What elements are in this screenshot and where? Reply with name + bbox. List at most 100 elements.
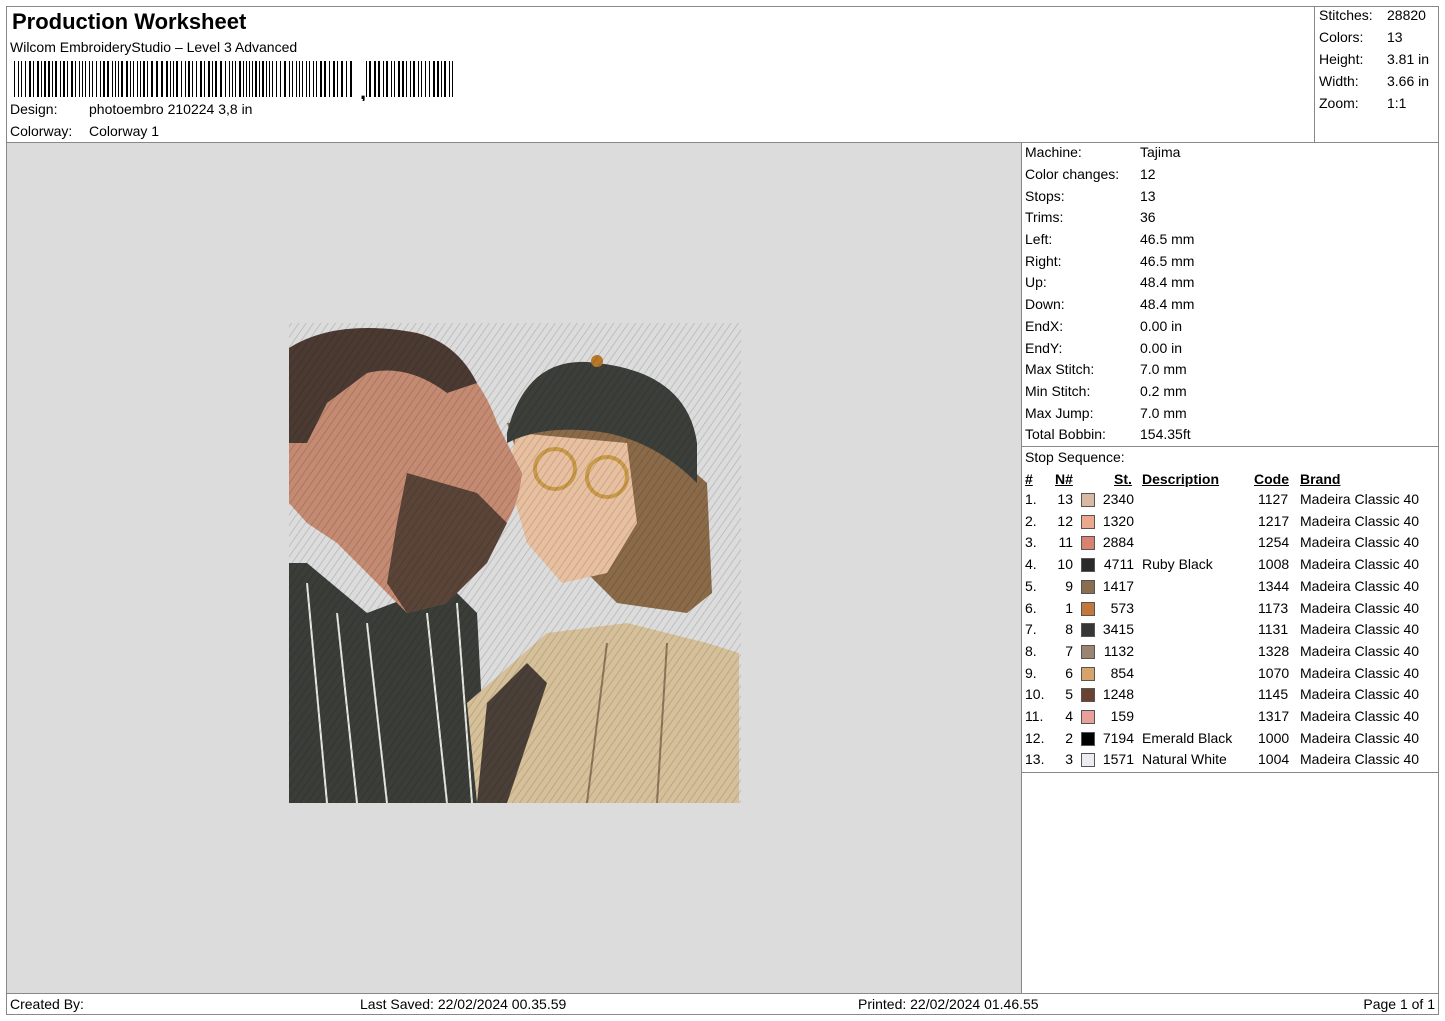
stop-sequence-title: Stop Sequence: [1025,449,1125,465]
color-swatch [1081,731,1095,746]
design-label: Design: [10,101,58,117]
color-swatch [1081,514,1095,529]
col-header-description: Description [1142,471,1220,487]
thread-code: 1145 [1258,686,1289,703]
color-swatch [1081,536,1095,551]
stop-number: 12. [1025,729,1045,746]
stop-number: 9. [1025,664,1037,681]
blank-panel [1021,772,1439,994]
needle-number: 2 [1065,729,1073,746]
color-swatch [1081,558,1095,573]
thread-brand: Madeira Classic 40 [1300,599,1420,616]
svg-text:,: , [360,79,366,101]
prop-machine: Machine: Tajima [1025,144,1181,160]
needle-number: 4 [1065,708,1073,724]
stitch-count: 1248 [1102,686,1134,703]
table-row: 13. 3 1571 Natural White 1004 Madeira Classic… [1022,751,1440,773]
table-row: 5. 9 1417 1344 Madeira Classic 40 [1022,578,1440,600]
thread-brand: Madeira Classic 40 [1300,708,1420,724]
needle-number: 5 [1065,686,1073,703]
stitch-count: 1571 [1102,751,1134,768]
thread-code: 1217 [1258,512,1290,529]
needle-number: 8 [1065,621,1073,638]
stat-width: Width: 3.66 in [1319,73,1430,89]
thread-brand: Madeira Classic 40 [1300,556,1420,573]
colorway-label: Colorway: [10,123,73,139]
stitch-count: 573 [1110,599,1134,616]
stitch-count: 2340 [1102,491,1134,507]
prop-stops: Stops: 13 [1025,188,1156,204]
prop-color-changes: Color changes: 12 [1025,166,1156,182]
stop-number: 6. [1025,599,1037,616]
color-swatch [1081,644,1095,659]
thread-code: 1000 [1258,729,1290,746]
software-subtitle: Wilcom EmbroideryStudio – Level 3 Advanc… [10,39,298,55]
stop-number: 5. [1025,577,1037,594]
color-swatch [1081,623,1095,638]
thread-code: 1328 [1258,642,1290,659]
stop-number: 2. [1025,512,1037,529]
color-swatch [1081,753,1095,768]
summary-stats: Stitches: 28820 Colors: 13 Height: 3.81 in … [1314,6,1439,143]
needle-number: 9 [1065,577,1073,594]
worksheet-header: Production Worksheet Wilcom EmbroiderySt… [6,6,1439,143]
stat-colors: Colors: 13 [1319,29,1403,45]
table-row: 8. 7 1132 1328 Madeira Classic 40 [1022,643,1440,665]
needle-number: 13 [1057,491,1073,507]
needle-number: 7 [1065,642,1073,659]
table-row: 11. 4 159 1317 Madeira Classic 40 [1022,708,1440,730]
prop-trims: Trims: 36 [1025,209,1156,225]
thread-code: 1008 [1258,556,1290,573]
stat-zoom: Zoom: 1:1 [1319,95,1407,111]
thread-brand: Madeira Classic 40 [1300,512,1420,529]
stitch-count: 854 [1110,664,1134,681]
needle-number: 1 [1065,599,1073,616]
thread-description: Natural White [1142,751,1227,768]
colorway-row: Colorway: Colorway 1 [10,123,159,139]
color-swatch [1081,688,1095,703]
stop-number: 7. [1025,621,1037,638]
last-saved: Last Saved: 22/02/2024 00.35.59 [360,996,567,1012]
prop-endy: EndY: 0.00 in [1025,340,1183,356]
thread-code: 1070 [1258,664,1290,681]
color-swatch [1081,579,1095,594]
thread-brand: Madeira Classic 40 [1300,751,1420,768]
col-header-brand: Brand [1300,471,1341,487]
prop-max-jump: Max Jump: 7.0 mm [1025,405,1187,421]
color-swatch [1081,601,1095,616]
worksheet-footer: Created By: Last Saved: 22/02/2024 00.35… [6,993,1439,1015]
stitch-count: 159 [1110,708,1134,724]
stop-number: 1. [1025,491,1037,507]
page-number: Page 1 of 1 [1363,996,1435,1012]
col-header-needle: N# [1055,471,1073,487]
stop-number: 4. [1025,556,1037,573]
thread-description: Emerald Black [1142,729,1233,746]
table-row: 3. 11 2884 1254 Madeira Classic 40 [1022,534,1440,556]
col-header-stitches: St. [1114,471,1132,487]
stop-sequence-table: Stop Sequence: # N# St. Description Code… [1021,446,1439,773]
thread-code: 1173 [1258,599,1289,616]
stitch-count: 2884 [1102,534,1134,551]
stop-number: 8. [1025,642,1037,659]
color-swatch [1081,666,1095,681]
design-value: photoembro 210224 3,8 in [89,101,253,117]
stop-number: 10. [1025,686,1045,703]
embroidery-portrait-image [289,323,741,804]
col-header-code: Code [1254,471,1289,487]
thread-brand: Madeira Classic 40 [1300,621,1420,638]
thread-brand: Madeira Classic 40 [1300,729,1420,746]
needle-number: 12 [1057,512,1073,529]
table-row: 1. 13 2340 1127 Madeira Classic 40 [1022,491,1440,513]
table-row: 2. 12 1320 1217 Madeira Classic 40 [1022,513,1440,535]
thread-code: 1317 [1258,708,1290,724]
prop-min-stitch: Min Stitch: 0.2 mm [1025,383,1187,399]
colorway-value: Colorway 1 [89,123,160,139]
color-swatch [1081,493,1095,507]
table-row: 9. 6 854 1070 Madeira Classic 40 [1022,665,1440,687]
thread-code: 1131 [1258,621,1289,638]
thread-brand: Madeira Classic 40 [1300,642,1420,659]
prop-total-bobbin: Total Bobbin: 154.35ft [1025,426,1191,442]
thread-code: 1004 [1258,751,1290,768]
stitch-count: 7194 [1102,729,1134,746]
thread-description: Ruby Black [1142,556,1213,573]
